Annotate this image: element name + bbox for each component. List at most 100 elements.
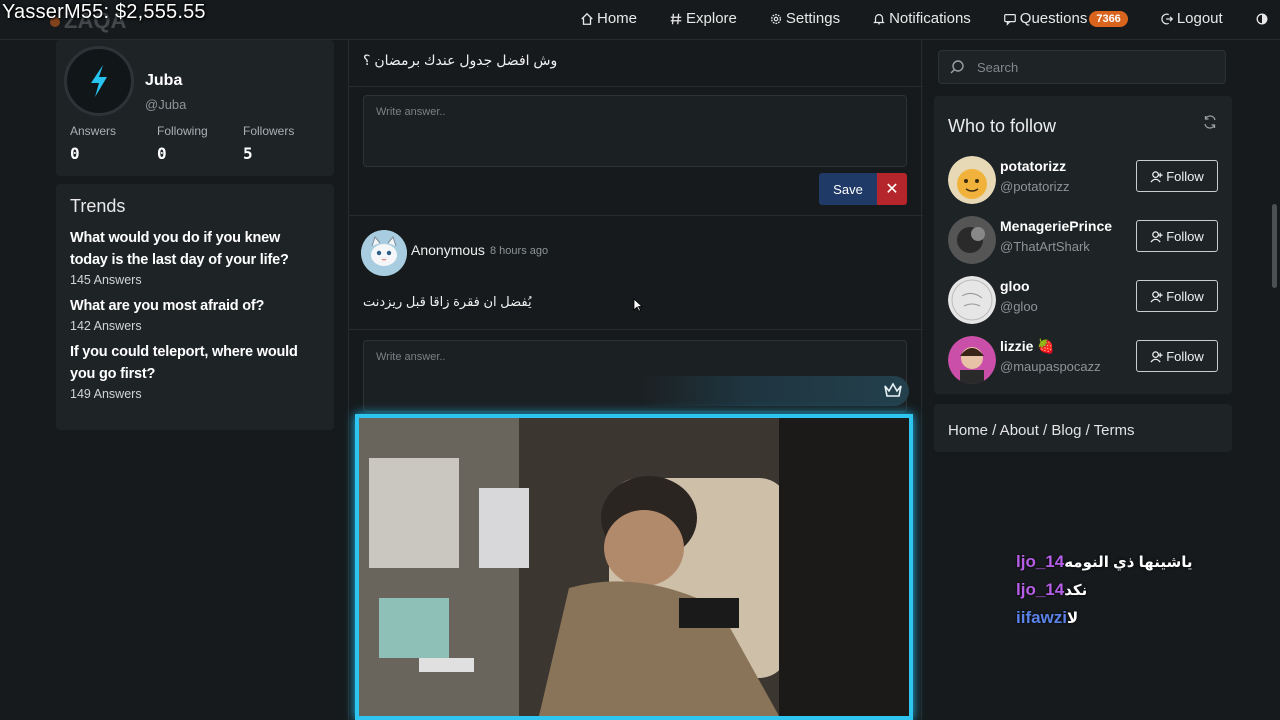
search-input[interactable]: Search [938,50,1226,84]
stat-label: Followers [243,124,295,138]
follow-button[interactable]: Follow [1136,160,1218,192]
feed-column: وش افضل جدول عندك برمضان ؟ Write answer.… [348,40,923,720]
divider [349,215,923,216]
trend-item[interactable]: What are you most afraid of? 142 Answers [70,295,320,333]
user-avatar[interactable] [948,276,996,324]
user-avatar[interactable] [948,216,996,264]
stat-answers[interactable]: Answers 0 [70,124,116,163]
trend-question[interactable]: If you could teleport, where would you g… [70,341,320,385]
chat-icon [1003,13,1016,26]
trends-title: Trends [70,196,126,216]
follow-label: Follow [1166,348,1204,364]
crown-icon [884,382,902,397]
chat-username: ljo_14 [1016,580,1065,599]
profile-name[interactable]: Juba [145,72,182,90]
nav-notifications-label: Notifications [889,10,971,27]
nav-explore-label: Explore [686,10,737,27]
chat-message-text: لا [1067,610,1079,627]
post-text: يُفضل ان فقرة زاقا قبل ريزدنت [363,294,532,309]
avatar-image [948,156,996,204]
answer-input[interactable]: Write answer.. [363,95,907,167]
stat-followers[interactable]: Followers 5 [243,124,294,163]
cat-avatar-icon [361,230,407,276]
refresh-icon[interactable] [1202,114,1218,130]
nav-logout[interactable]: Logout [1160,10,1223,27]
bell-icon [873,13,885,24]
user-handle: @gloo [1000,299,1038,314]
search-icon [950,60,964,74]
webcam-feed-image [359,418,909,716]
trends-card: Trends What would you do if you knew tod… [56,184,334,430]
post-author[interactable]: Anonymous [411,242,485,258]
stat-label: Following [157,124,208,138]
cancel-button[interactable]: ✕ [877,173,907,205]
nav-settings[interactable]: Settings [769,10,840,27]
avatar-image [948,336,996,384]
user-name[interactable]: MenageriePrince [1000,218,1112,234]
stat-label: Answers [70,124,117,138]
hash-icon [670,13,682,24]
question-text: وش افضل جدول عندك برمضان ؟ [363,52,558,68]
divider [349,86,923,87]
user-name[interactable]: potatorizz [1000,158,1066,174]
contrast-icon [1256,13,1268,24]
follow-icon [1150,290,1163,302]
follow-button[interactable]: Follow [1136,220,1218,252]
lightning-logo-icon [91,65,107,97]
divider [349,329,923,330]
profile-avatar[interactable] [64,46,134,116]
user-handle: @maupaspocazz [1000,359,1101,374]
gear-icon [770,13,781,24]
follow-icon [1150,230,1163,242]
chat-username: ljo_14 [1016,552,1065,571]
nav-explore[interactable]: Explore [669,10,737,27]
stat-value: 0 [157,144,167,163]
stream-overlay-bar [639,376,909,406]
stat-value: 5 [243,144,253,163]
post-avatar[interactable] [361,230,407,276]
chat-username: iifawzi [1016,608,1068,627]
user-name[interactable]: gloo [1000,278,1030,294]
nav-questions[interactable]: Questions 7366 [1003,10,1128,27]
follow-label: Follow [1166,228,1204,244]
logout-icon [1161,13,1173,24]
trend-item[interactable]: If you could teleport, where would you g… [70,341,320,401]
footer-card: Home / About / Blog / Terms [934,404,1232,452]
trend-answer-count: 142 Answers [70,319,142,333]
follow-icon [1150,170,1163,182]
chat-message: لا iifawzi [1008,604,1268,632]
page-scrollbar[interactable] [1272,204,1277,288]
chat-message-text: ياشينها ذي النومه [1064,554,1193,571]
follow-button[interactable]: Follow [1136,340,1218,372]
trend-question[interactable]: What are you most afraid of? [70,295,320,317]
nav-logout-label: Logout [1176,10,1223,27]
user-avatar[interactable] [948,336,996,384]
footer-links[interactable]: Home / About / Blog / Terms [948,422,1134,439]
nav-home[interactable]: Home [580,10,637,27]
save-button[interactable]: Save [819,173,877,205]
follow-suggestion: MenageriePrince @ThatArtShark Follow [948,216,1220,272]
who-to-follow-title: Who to follow [948,116,1057,136]
trend-answer-count: 149 Answers [70,387,142,401]
nav-notifications[interactable]: Notifications [872,10,971,27]
follow-button[interactable]: Follow [1136,280,1218,312]
user-handle: @potatorizz [1000,179,1070,194]
trend-question[interactable]: What would you do if you knew today is t… [70,227,320,271]
user-name[interactable]: lizzie 🍓 [1000,338,1055,355]
nav-questions-label: Questions [1019,10,1088,27]
follow-suggestion: gloo @gloo Follow [948,276,1220,332]
follow-suggestion: lizzie 🍓 @maupaspocazz Follow [948,336,1220,392]
avatar-image [948,276,996,324]
chat-message-text: نكد [1064,582,1088,599]
follow-label: Follow [1166,288,1204,304]
chat-message: ياشينها ذي النومه ljo_14 [1008,548,1268,576]
theme-toggle[interactable] [1255,12,1272,26]
trend-answer-count: 145 Answers [70,273,142,287]
stat-following[interactable]: Following 0 [157,124,208,163]
nav-menu: Home Explore Settings Notifications Ques… [580,10,1280,27]
trend-item[interactable]: What would you do if you knew today is t… [70,227,320,287]
questions-count-badge: 7366 [1089,10,1128,27]
home-icon [581,12,593,25]
profile-handle: @Juba [145,97,187,112]
user-avatar[interactable] [948,156,996,204]
